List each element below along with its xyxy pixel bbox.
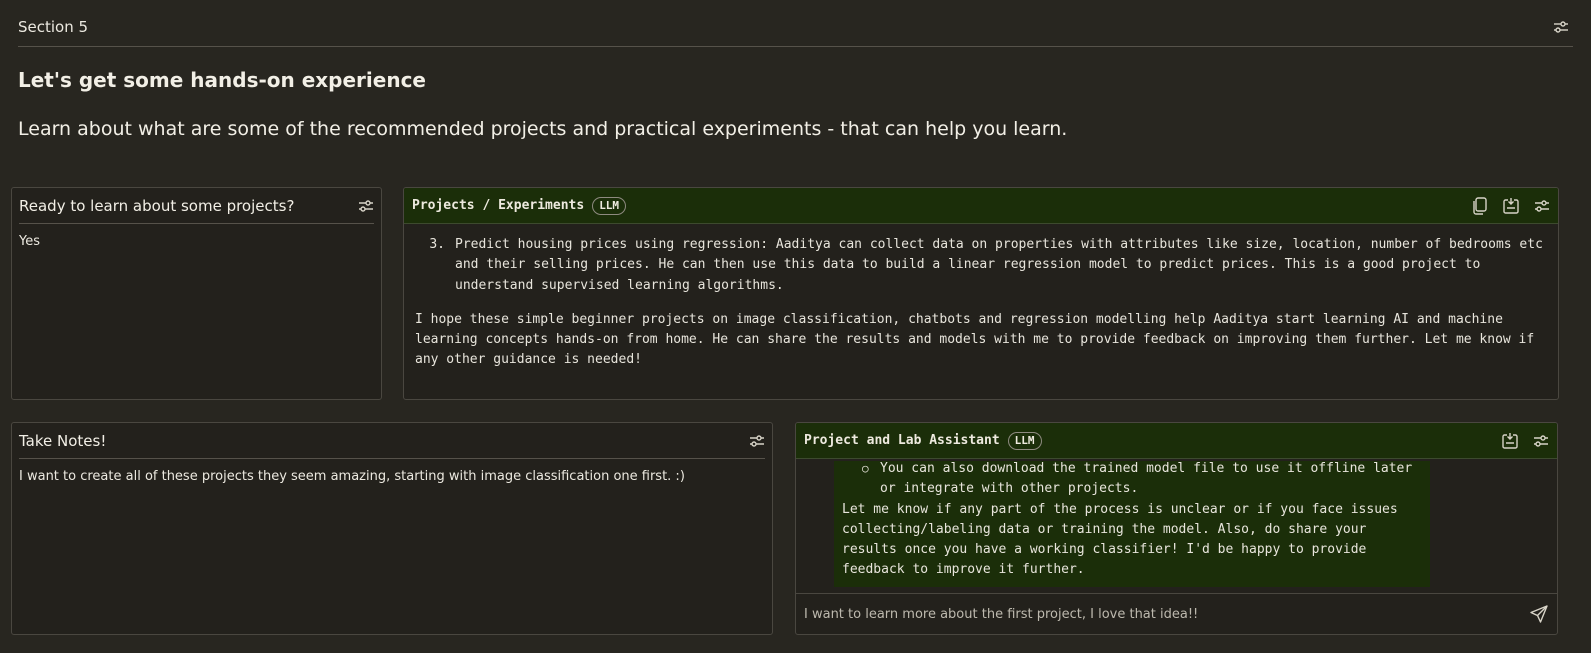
- sliders-icon[interactable]: [1534, 199, 1550, 213]
- llm-badge: LLM: [592, 196, 627, 215]
- ready-panel: Ready to learn about some projects? Yes: [11, 187, 382, 400]
- chat-input[interactable]: [804, 606, 1529, 622]
- sliders-icon[interactable]: [1553, 20, 1569, 34]
- projects-panel-title: Projects / Experiments: [412, 198, 585, 213]
- export-icon[interactable]: [1502, 197, 1520, 215]
- ready-panel-value[interactable]: Yes: [12, 224, 381, 259]
- bullet-text: You can also download the trained model …: [880, 461, 1413, 497]
- list-item-text: Predict housing prices using regression:…: [455, 237, 1543, 293]
- send-icon[interactable]: [1529, 604, 1549, 624]
- list-item: 3. Predict housing prices using regressi…: [415, 235, 1546, 296]
- list-item: ○ You can also download the trained mode…: [842, 461, 1422, 500]
- assistant-panel: Project and Lab Assistant LLM ○ You can …: [795, 422, 1558, 635]
- sliders-icon[interactable]: [749, 434, 765, 448]
- section-title: Section 5: [18, 18, 89, 36]
- llm-badge: LLM: [1007, 431, 1042, 450]
- export-icon[interactable]: [1501, 432, 1519, 450]
- projects-paragraph: I hope these simple beginner projects on…: [415, 311, 1535, 368]
- assistant-panel-header: Project and Lab Assistant LLM: [796, 423, 1557, 459]
- chat-messages[interactable]: ○ You can also download the trained mode…: [796, 461, 1557, 593]
- chat-input-row: [796, 593, 1557, 634]
- copy-icon[interactable]: [1472, 196, 1488, 215]
- sliders-icon[interactable]: [358, 199, 374, 213]
- section-header: Section 5: [18, 14, 1573, 47]
- projects-content: 3. Predict housing prices using regressi…: [404, 224, 1558, 371]
- notes-textarea[interactable]: I want to create all of these projects t…: [12, 459, 772, 494]
- message-text: Let me know if any part of the process i…: [842, 501, 1398, 578]
- assistant-message: ○ You can also download the trained mode…: [834, 461, 1430, 587]
- sliders-icon[interactable]: [1533, 434, 1549, 448]
- list-item-number: 3.: [429, 237, 445, 252]
- projects-panel-header: Projects / Experiments LLM: [404, 188, 1558, 224]
- projects-list: 3. Predict housing prices using regressi…: [415, 235, 1546, 296]
- ready-panel-header: Ready to learn about some projects?: [19, 188, 374, 224]
- notes-panel: Take Notes! I want to create all of thes…: [11, 422, 773, 635]
- ready-panel-title: Ready to learn about some projects?: [19, 196, 295, 215]
- page-heading: Let's get some hands-on experience: [18, 68, 426, 92]
- page-subheading: Learn about what are some of the recomme…: [18, 118, 1068, 140]
- bullet-icon: ○: [862, 462, 869, 475]
- notes-panel-header: Take Notes!: [19, 423, 765, 459]
- projects-panel: Projects / Experiments LLM 3. Predict ho…: [403, 187, 1559, 400]
- notes-panel-title: Take Notes!: [19, 431, 107, 450]
- assistant-panel-title: Project and Lab Assistant: [804, 433, 1000, 448]
